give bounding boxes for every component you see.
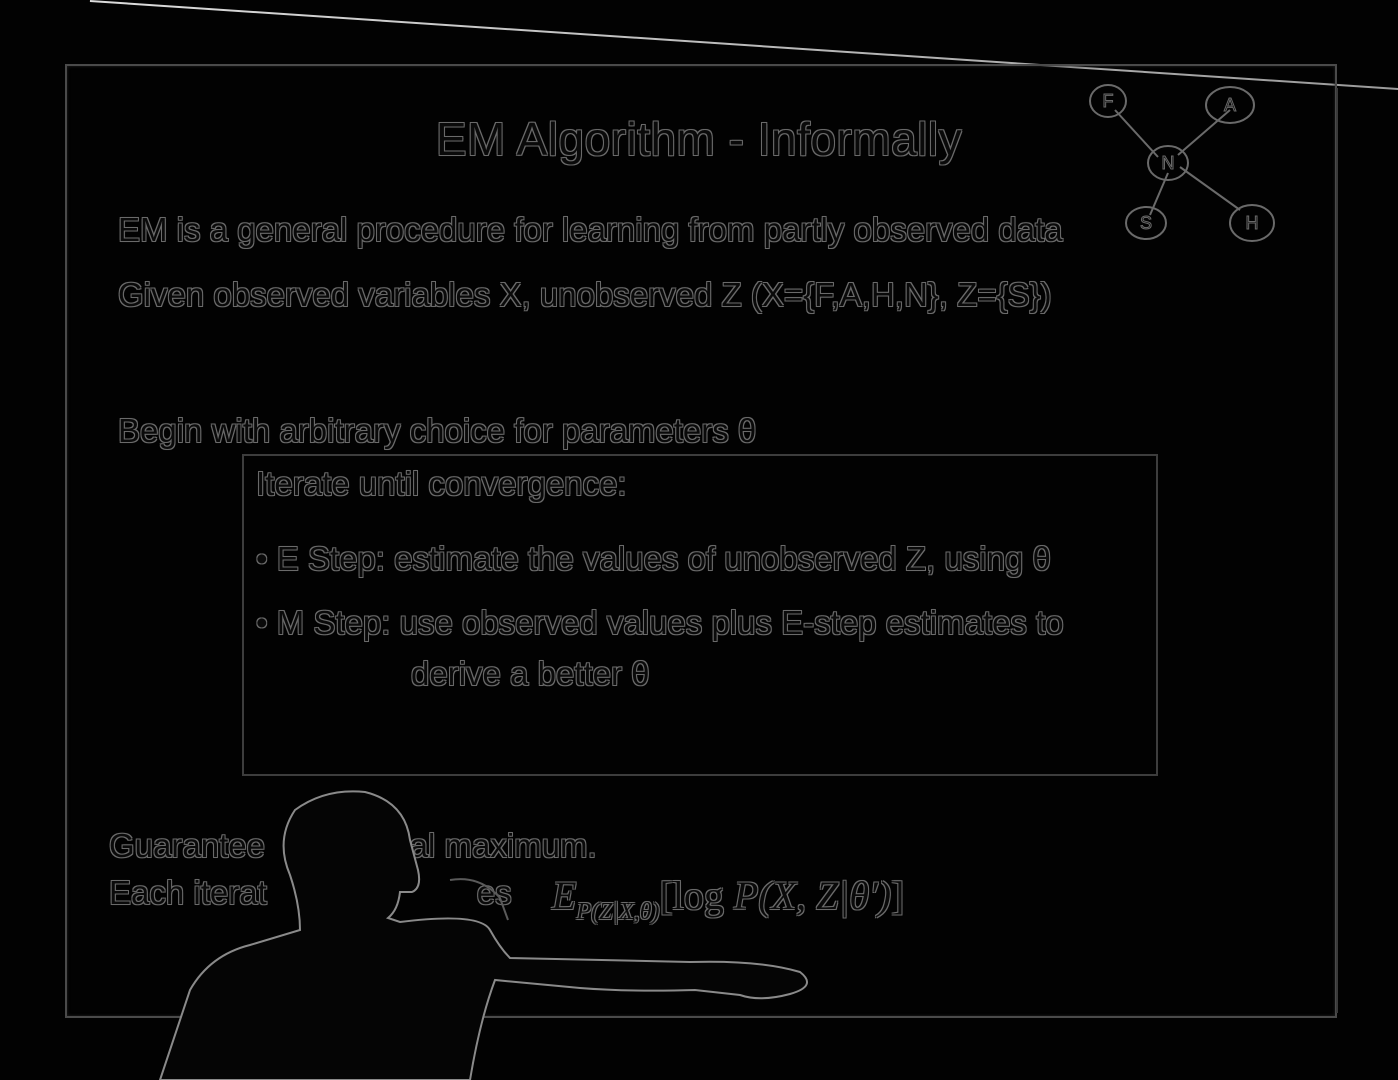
e-step-bullet: • E Step: estimate the values of unobser…: [256, 540, 1051, 577]
node-f-label: F: [1103, 91, 1114, 111]
m-step-continuation: derive a better θ: [411, 655, 650, 692]
formula-close: ]: [891, 873, 905, 918]
screen-right-edge: [1336, 88, 1338, 1013]
node-a-label: A: [1224, 95, 1236, 115]
speaker-silhouette: [158, 790, 809, 1080]
bayes-net-graph: F A N S H: [1089, 84, 1275, 242]
slide-line-intro: EM is a general procedure for learning f…: [118, 211, 1063, 248]
node-n-label: N: [1162, 153, 1175, 173]
lecture-photo: EM Algorithm - Informally EM is a genera…: [0, 0, 1398, 1080]
slide-line-variables: Given observed variables X, unobserved Z…: [118, 276, 1052, 313]
iterate-heading: Iterate until convergence:: [256, 465, 627, 502]
node-s-label: S: [1140, 213, 1152, 233]
m-step-bullet: • M Step: use observed values plus E-ste…: [256, 604, 1064, 641]
node-h-label: H: [1246, 213, 1259, 233]
slide-line-begin: Begin with arbitrary choice for paramete…: [118, 412, 757, 449]
